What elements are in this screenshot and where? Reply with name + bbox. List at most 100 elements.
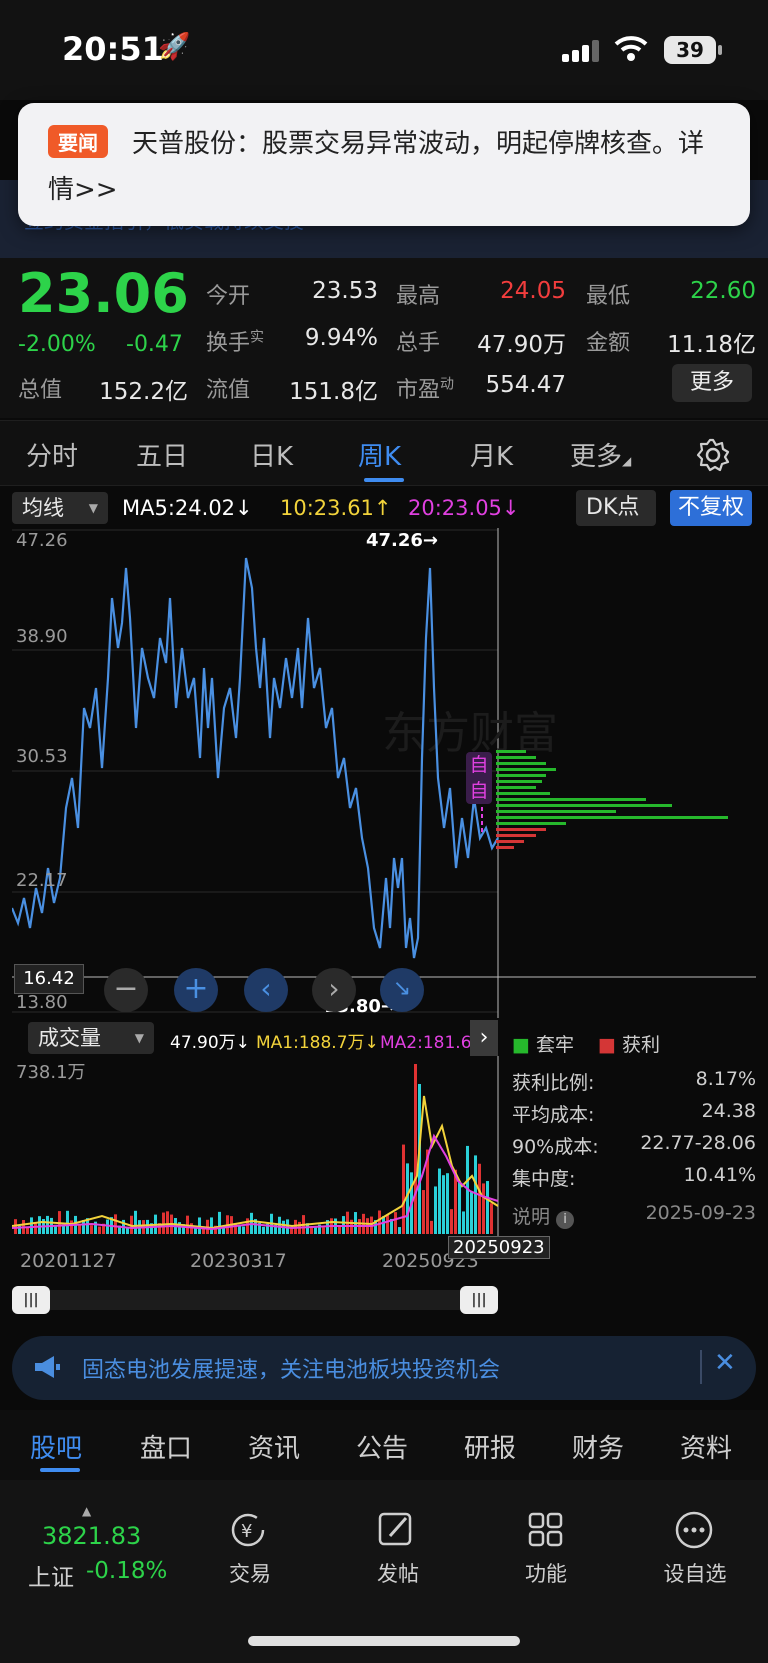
volume-bar	[30, 1217, 33, 1234]
battery-tip	[718, 45, 722, 55]
reset-view-button[interactable]: ↘	[380, 968, 424, 1012]
tab-weekly-k[interactable]: 周K	[358, 436, 401, 473]
cursor-price-label: 16.42	[14, 964, 84, 994]
tab-pankou[interactable]: 盘口	[140, 1428, 192, 1465]
volume-bars	[14, 1064, 493, 1234]
ma5-value: MA5:24.02↓	[122, 496, 253, 520]
ytick-4: 22.17	[16, 870, 68, 891]
xtick-2: 20230317	[190, 1250, 287, 1272]
volume-bar	[78, 1224, 81, 1234]
volume-bar	[414, 1064, 417, 1234]
volume-current: 47.90万↓	[170, 1033, 250, 1053]
tab-research[interactable]: 研报	[464, 1428, 516, 1465]
volume-bar	[106, 1219, 109, 1234]
chip-note-button[interactable]: 说明 i	[512, 1202, 575, 1229]
post-icon[interactable]	[376, 1510, 420, 1554]
amount-label: 金额	[586, 331, 631, 356]
volume-bar	[134, 1210, 137, 1234]
scroll-right-button[interactable]: ›	[312, 968, 356, 1012]
trade-icon[interactable]: ¥	[226, 1510, 276, 1554]
banner-tag: 要闻	[48, 125, 108, 158]
volume-selector[interactable]: 成交量 ▼	[28, 1022, 154, 1054]
last-price: 23.06	[18, 262, 189, 325]
volume-bar	[462, 1211, 465, 1234]
wifi-icon	[614, 36, 648, 61]
volume-bar	[338, 1225, 341, 1234]
volume-chart[interactable]	[12, 1056, 500, 1242]
tab-more[interactable]: 更多◢	[570, 436, 631, 473]
volume-expand-button[interactable]: ›	[470, 1020, 498, 1056]
volume-bar	[486, 1181, 489, 1234]
volume-bar	[458, 1181, 461, 1234]
more-dots-icon[interactable]	[674, 1510, 718, 1554]
mktcap-label: 总值	[18, 378, 63, 403]
volume-bar	[166, 1211, 169, 1234]
volume-bar	[66, 1210, 69, 1234]
news-banner[interactable]: 天普股份：股票交易异常波动，明起停牌核查。详情>> 要闻	[18, 103, 750, 226]
no-adjust-button[interactable]: 不复权	[670, 490, 752, 526]
volume-bar	[262, 1226, 265, 1234]
ytick-3: 30.53	[16, 746, 68, 767]
volume-bar	[34, 1222, 37, 1234]
ma-selector[interactable]: 均线 ▼	[12, 492, 108, 524]
rocket-icon: 🚀	[158, 32, 191, 62]
zoom-in-button[interactable]: +	[174, 968, 218, 1012]
tab-five-day[interactable]: 五日	[136, 436, 188, 473]
tab-monthly-k[interactable]: 月K	[470, 436, 513, 473]
range-slider-right-handle[interactable]: |||	[460, 1286, 498, 1314]
volume-bar	[210, 1217, 213, 1234]
tab-finance[interactable]: 财务	[572, 1428, 624, 1465]
volume-bar	[470, 1191, 473, 1234]
volume-bar	[478, 1163, 481, 1234]
chip-date: 2025-09-23	[645, 1202, 756, 1224]
volume-bar	[442, 1175, 445, 1234]
more-quote-button[interactable]: 更多	[672, 364, 752, 402]
index-value[interactable]: 3821.83	[42, 1522, 141, 1550]
ytick-2: 38.90	[16, 626, 68, 647]
cellular-signal-icon	[562, 40, 599, 62]
tab-daily-k[interactable]: 日K	[250, 436, 293, 473]
tab-announcements[interactable]: 公告	[356, 1428, 408, 1465]
volume-bar	[378, 1210, 381, 1234]
post-button[interactable]: 发帖	[358, 1558, 438, 1588]
range-slider-track[interactable]	[12, 1290, 498, 1310]
cost90-label: 90%成本:	[512, 1136, 599, 1158]
battery-indicator: 39	[664, 36, 716, 64]
mktcap-value: 152.2亿	[99, 379, 188, 405]
change-amount: -0.47	[126, 332, 183, 357]
banner-text: 天普股份：股票交易异常波动，明起停牌核查。详情>>	[48, 129, 705, 205]
index-change[interactable]: -0.18%	[86, 1558, 167, 1584]
tab-intraday[interactable]: 分时	[26, 436, 78, 473]
scroll-left-button[interactable]: ‹	[244, 968, 288, 1012]
turnover-value: 9.94%	[304, 325, 378, 351]
zoom-out-button[interactable]: −	[104, 968, 148, 1012]
volume-bar	[482, 1183, 485, 1234]
legend-trapped: ■ 套牢	[512, 1034, 575, 1056]
concentration-value: 10.41%	[683, 1164, 756, 1186]
tab-news[interactable]: 资讯	[248, 1428, 300, 1465]
self-marker-tag[interactable]: 自自	[466, 752, 492, 804]
dk-point-button[interactable]: DK点◢	[576, 490, 656, 553]
promo-text: 固态电池发展提速，关注电池板块投资机会	[82, 1358, 501, 1383]
index-name[interactable]: 上证	[28, 1558, 74, 1592]
tab-profile[interactable]: 资料	[680, 1428, 732, 1465]
functions-icon[interactable]	[526, 1510, 570, 1554]
add-watchlist-button[interactable]: 设自选	[650, 1558, 740, 1588]
volume-bar	[386, 1214, 389, 1234]
trade-button[interactable]: 交易	[210, 1558, 290, 1588]
volume-bar	[98, 1226, 101, 1234]
range-slider-left-handle[interactable]: |||	[12, 1286, 50, 1314]
promo-close-icon[interactable]: ✕	[714, 1348, 736, 1378]
tab-guba[interactable]: 股吧	[30, 1428, 82, 1465]
volume-bar	[218, 1211, 221, 1234]
volume-bar	[438, 1168, 441, 1234]
high-value: 24.05	[500, 278, 566, 304]
volume-bar	[46, 1215, 49, 1234]
settings-gear-icon[interactable]	[696, 438, 730, 472]
functions-button[interactable]: 功能	[506, 1558, 586, 1588]
volume-value: 47.90万	[477, 332, 566, 358]
volume-ma2-line	[12, 1133, 499, 1231]
volume-bar	[490, 1203, 493, 1234]
kline-chart[interactable]: 东方财富	[12, 528, 756, 1018]
volume-bar	[38, 1216, 41, 1234]
